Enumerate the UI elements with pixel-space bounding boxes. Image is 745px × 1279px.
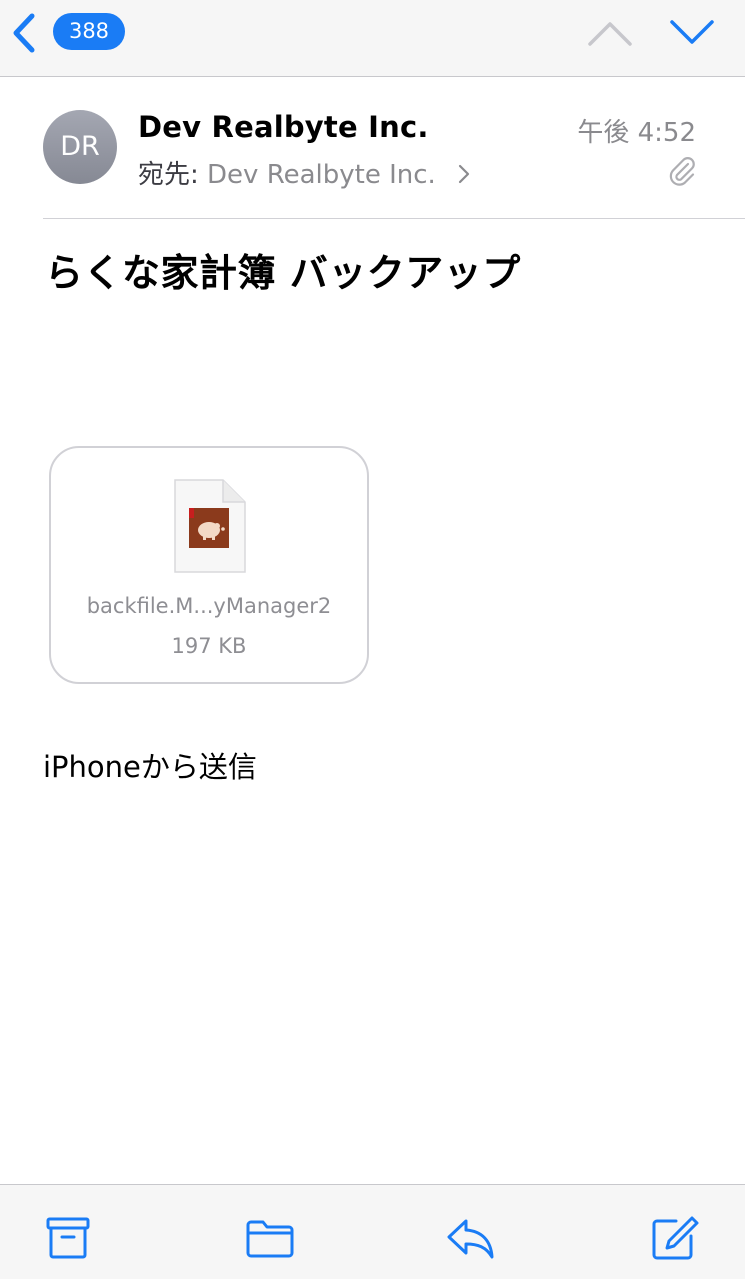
- unread-count-badge[interactable]: 388: [53, 13, 125, 50]
- back-chevron-icon[interactable]: [10, 12, 40, 54]
- message-subject: らくな家計簿 バックアップ: [45, 251, 521, 295]
- compose-button[interactable]: [650, 1215, 700, 1261]
- archive-icon: [46, 1217, 90, 1259]
- chevron-down-icon[interactable]: [668, 18, 716, 48]
- attachment-card[interactable]: backfile.M...yManager2 197 KB: [49, 446, 369, 684]
- document-icon: [174, 479, 246, 573]
- recipient-line[interactable]: 宛先: Dev Realbyte Inc.: [138, 154, 470, 191]
- sender-name[interactable]: Dev Realbyte Inc.: [138, 110, 429, 144]
- recipient-label: 宛先:: [138, 160, 199, 190]
- folder-icon: [246, 1220, 294, 1258]
- move-to-folder-button[interactable]: [245, 1215, 295, 1261]
- attachment-size: 197 KB: [171, 634, 247, 658]
- bottom-toolbar: [0, 1184, 745, 1279]
- sender-avatar[interactable]: DR: [43, 110, 117, 184]
- compose-icon: [652, 1216, 699, 1260]
- attachment-name: backfile.M...yManager2: [86, 594, 332, 618]
- header-divider: [43, 218, 745, 219]
- reply-icon: [447, 1219, 494, 1259]
- recipient-name: Dev Realbyte Inc.: [207, 160, 436, 190]
- chevron-right-icon: [458, 164, 470, 184]
- paperclip-icon: [669, 157, 695, 186]
- nav-bar: 388: [0, 0, 745, 77]
- chevron-up-icon: [588, 22, 632, 46]
- archive-button[interactable]: [44, 1215, 94, 1261]
- reply-button[interactable]: [446, 1215, 496, 1261]
- message-signature: iPhoneから送信: [43, 750, 257, 784]
- message-time: 午後 4:52: [577, 118, 696, 148]
